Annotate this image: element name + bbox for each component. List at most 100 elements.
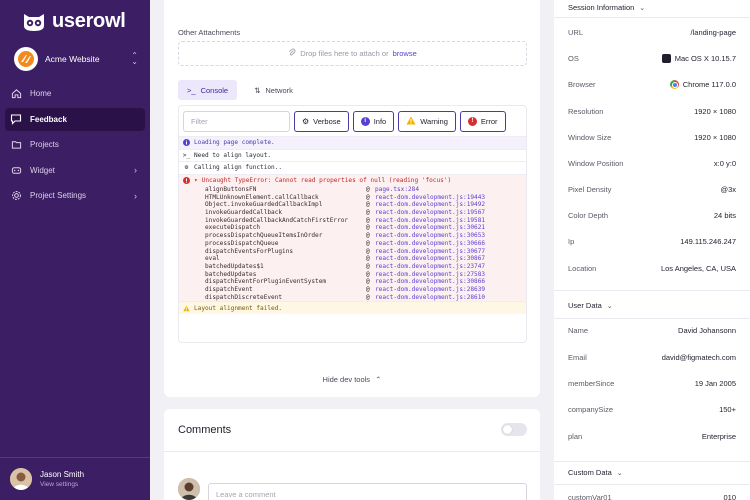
comments-toggle[interactable] bbox=[501, 423, 527, 436]
stack-frame: invokeGuardedCallback @ react-dom.developm… bbox=[179, 209, 526, 217]
browse-link[interactable]: browse bbox=[393, 49, 417, 58]
kv-value: Mac OS X 10.15.7 bbox=[661, 53, 736, 63]
kv-key: Pixel Density bbox=[568, 184, 612, 194]
stack-source-link[interactable]: react-dom.development.js:30653 bbox=[375, 232, 485, 239]
sidebar-item-label: Widget bbox=[30, 165, 55, 175]
stack-source-link[interactable]: react-dom.development.js:19492 bbox=[375, 201, 485, 208]
stack-at-symbol: @ bbox=[366, 185, 370, 193]
tab-console[interactable]: >_ Console bbox=[178, 80, 238, 100]
tab-network[interactable]: ⇅ Network bbox=[245, 80, 302, 100]
log-text: Loading page complete. bbox=[194, 139, 275, 147]
stack-source-link[interactable]: react-dom.development.js:19443 bbox=[375, 194, 485, 201]
level-label: Error bbox=[480, 116, 498, 126]
comment-input[interactable] bbox=[208, 483, 527, 500]
user-data-header[interactable]: User Data ⌄ bbox=[568, 301, 613, 310]
stack-source-link[interactable]: react-dom.development.js:30677 bbox=[375, 248, 485, 255]
kv-value: david@figmatech.com bbox=[662, 353, 736, 362]
stack-source-link[interactable]: react-dom.development.js:30666 bbox=[375, 240, 485, 247]
user-profile[interactable]: Jason Smith View settings bbox=[0, 457, 150, 500]
kv-key: Browser bbox=[568, 79, 596, 89]
stack-source-link[interactable]: react-dom.development.js:30866 bbox=[375, 278, 485, 285]
kv-row-email: Email david@figmatech.com bbox=[568, 350, 736, 364]
tab-label: Console bbox=[200, 85, 229, 95]
info-icon bbox=[183, 139, 190, 147]
divider bbox=[554, 17, 750, 18]
sidebar-item-label: Projects bbox=[30, 140, 59, 150]
sidebar-item-label: Home bbox=[30, 89, 52, 98]
warning-filter-button[interactable]: Warning bbox=[398, 110, 456, 132]
kv-value: 010 bbox=[723, 493, 736, 500]
stack-source-link[interactable]: react-dom.development.js:19581 bbox=[375, 217, 485, 224]
sidebar-item-widget[interactable]: Widget › bbox=[5, 159, 145, 182]
stack-at-symbol: @ bbox=[366, 278, 370, 286]
user-name: Jason Smith bbox=[40, 470, 85, 479]
log-text: Calling align function.. bbox=[194, 164, 283, 172]
stack-source-link[interactable]: page.tsx:284 bbox=[375, 186, 419, 193]
feedback-icon bbox=[10, 113, 22, 125]
workspace-switcher[interactable]: Acme Website ⌃ ⌄ bbox=[14, 46, 138, 72]
stack-source-link[interactable]: react-dom.development.js:23747 bbox=[375, 263, 485, 270]
kv-value-text: david@figmatech.com bbox=[661, 352, 736, 362]
stack-source-link[interactable]: react-dom.development.js:30867 bbox=[375, 255, 485, 262]
stack-at-symbol: @ bbox=[366, 224, 370, 232]
gear-icon: ⚙ bbox=[184, 164, 189, 172]
stack-source-link[interactable]: react-dom.development.js:28610 bbox=[375, 294, 485, 301]
kv-row-pixel-density: Pixel Density @3x bbox=[568, 182, 736, 196]
sidebar-item-feedback[interactable]: Feedback bbox=[5, 107, 145, 131]
kv-value: 149.115.246.247 bbox=[680, 237, 736, 246]
stack-at-symbol: @ bbox=[366, 209, 370, 217]
kv-row-window-size: Window Size 1920 × 1080 bbox=[568, 130, 736, 144]
stack-source-link[interactable]: react-dom.development.js:30621 bbox=[375, 224, 485, 231]
hide-dev-tools-button[interactable]: Hide dev tools ⌃ bbox=[164, 375, 540, 384]
error-filter-button[interactable]: ! Error bbox=[459, 110, 506, 132]
section-title: Session Information bbox=[568, 3, 635, 12]
kv-value: 150+ bbox=[719, 405, 736, 414]
triangle-down-icon: ▾ bbox=[194, 176, 198, 184]
stack-function: dispatchEventsForPlugins bbox=[205, 247, 294, 255]
kv-value: Chrome 117.0.0 bbox=[669, 79, 736, 89]
kv-value-text: Chrome 117.0.0 bbox=[682, 79, 736, 89]
session-info-header[interactable]: Session Information ⌄ bbox=[568, 3, 645, 12]
stack-function: batchedUpdates$1 bbox=[205, 263, 264, 271]
sidebar-item-projects[interactable]: Projects bbox=[5, 133, 145, 156]
stack-frame: dispatchDiscreteEvent @ react-dom.developm… bbox=[179, 294, 526, 302]
brand-logo[interactable]: userowl bbox=[22, 10, 126, 33]
terminal-icon: >_ bbox=[187, 85, 196, 95]
kv-value: 1920 × 1080 bbox=[694, 107, 736, 116]
sidebar-nav: Home Feedback Projects Widget › Project … bbox=[5, 82, 145, 210]
stack-source-link[interactable]: react-dom.development.js:28639 bbox=[375, 286, 485, 293]
avatar bbox=[178, 478, 200, 500]
sidebar-item-home[interactable]: Home bbox=[5, 82, 145, 105]
error-header[interactable]: ▾ Uncaught TypeError: Cannot read proper… bbox=[179, 175, 526, 186]
divider bbox=[164, 451, 540, 452]
widget-icon bbox=[10, 164, 22, 176]
updown-chevron-icon: ⌃ ⌄ bbox=[131, 51, 138, 66]
kv-key: customVar01 bbox=[568, 492, 612, 500]
stack-source-link[interactable]: react-dom.development.js:19567 bbox=[375, 209, 485, 216]
chrome-icon bbox=[669, 79, 679, 89]
view-settings-link[interactable]: View settings bbox=[40, 481, 84, 488]
prompt-icon: >_ bbox=[182, 151, 191, 159]
verbose-filter-button[interactable]: ⚙ Verbose bbox=[294, 110, 349, 132]
level-label: Verbose bbox=[313, 116, 341, 126]
kv-value-text: David Johansonn bbox=[678, 325, 736, 335]
stack-at-symbol: @ bbox=[366, 255, 370, 263]
kv-key: Color Depth bbox=[568, 210, 609, 220]
kv-key: Window Size bbox=[568, 132, 612, 142]
stack-frame: dispatchEventsForPlugins @ react-dom.devel… bbox=[179, 247, 526, 255]
custom-data-header[interactable]: Custom Data ⌄ bbox=[568, 468, 623, 477]
info-filter-button[interactable]: i Info bbox=[352, 110, 395, 132]
filter-input[interactable] bbox=[183, 110, 290, 132]
sidebar-item-project-settings[interactable]: Project Settings › bbox=[5, 184, 145, 207]
stack-function: invokeGuardedCallback bbox=[205, 209, 283, 217]
level-label: Warning bbox=[420, 116, 448, 126]
sidebar: userowl Acme Website ⌃ ⌄ Home Feedback P… bbox=[0, 0, 150, 500]
console-panel: ⚙ Verbose i Info Warning ! Error bbox=[178, 105, 527, 343]
stack-function: dispatchEvent bbox=[205, 286, 253, 294]
kv-row-resolution: Resolution 1920 × 1080 bbox=[568, 104, 736, 118]
attachment-dropzone[interactable]: Drop files here to attach or browse bbox=[178, 41, 527, 66]
devtools-tabs: >_ Console ⇅ Network bbox=[178, 80, 302, 100]
folder-icon bbox=[10, 139, 22, 151]
stack-source-link[interactable]: react-dom.development.js:27583 bbox=[375, 271, 485, 278]
toggle-knob bbox=[503, 425, 512, 434]
